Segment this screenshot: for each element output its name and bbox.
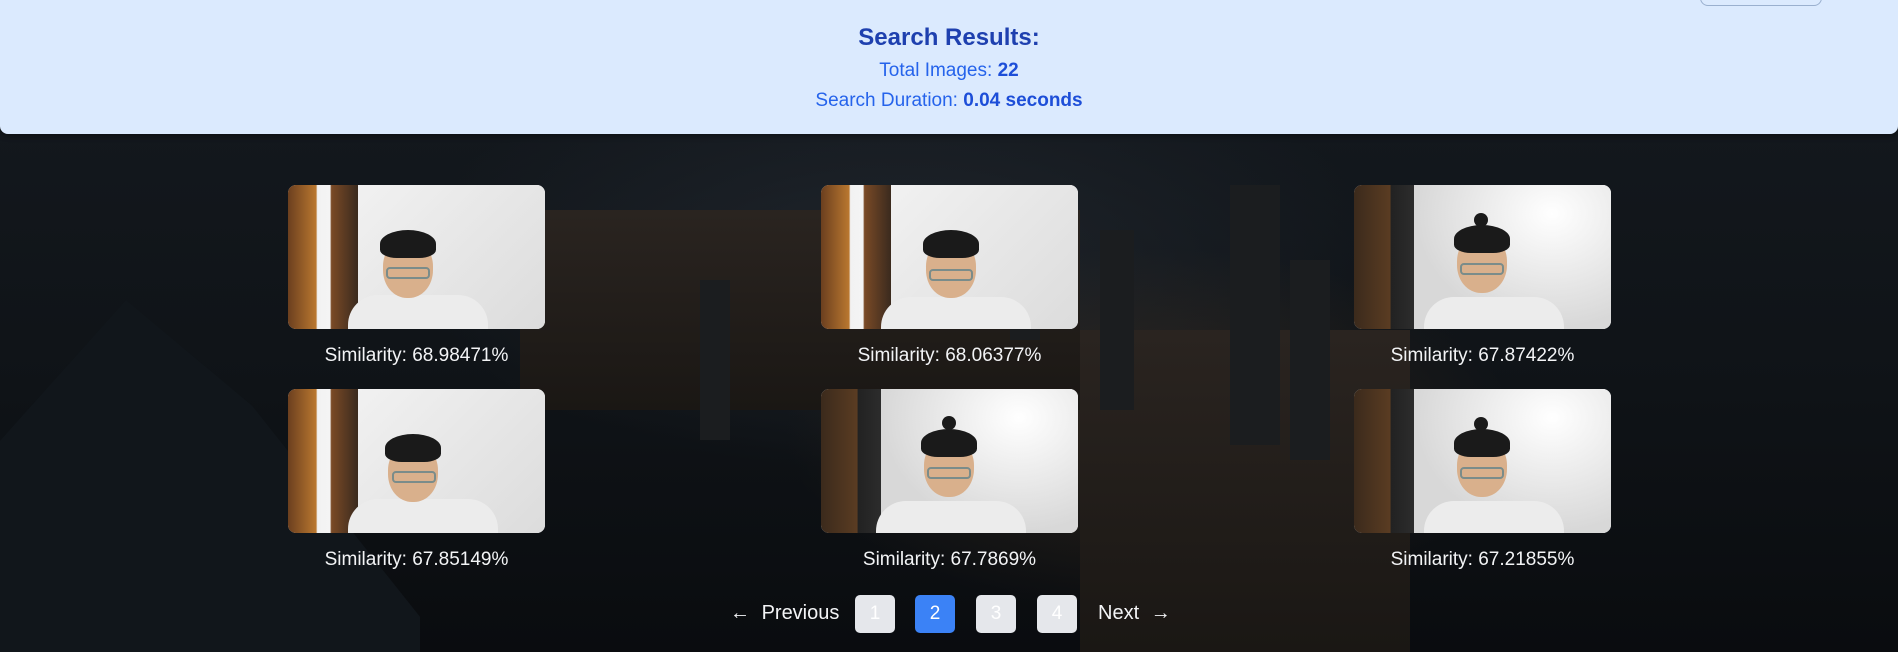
next-button[interactable]: Next → <box>1098 593 1171 633</box>
search-duration-line: Search Duration: 0.04 seconds <box>0 90 1898 112</box>
total-images-label: Total Images: <box>879 60 998 81</box>
shirt <box>348 295 488 329</box>
glasses <box>392 471 436 483</box>
glasses <box>927 467 971 479</box>
window-frame <box>821 185 891 329</box>
hair <box>1454 429 1510 457</box>
hair-bun <box>1474 213 1488 227</box>
hair <box>921 429 977 457</box>
search-duration-value: 0.04 seconds <box>963 90 1083 111</box>
similarity-score: Similarity: 67.87422% <box>1390 345 1575 366</box>
window-frame <box>288 185 358 329</box>
castle-tower <box>700 280 730 440</box>
glasses <box>1460 263 1504 275</box>
search-results-header: Search Results: Total Images: 22 Search … <box>0 0 1898 134</box>
page-button-3[interactable]: 3 <box>976 595 1016 633</box>
total-images-line: Total Images: 22 <box>0 60 1898 82</box>
castle-tower <box>1230 185 1280 445</box>
results-title: Search Results: <box>858 24 1040 51</box>
result-card[interactable]: Similarity: 67.85149% <box>288 389 545 571</box>
coat-rack <box>1354 185 1414 329</box>
coat-rack <box>821 389 881 533</box>
shirt <box>881 297 1031 329</box>
result-card[interactable]: Similarity: 68.06377% <box>821 185 1078 367</box>
result-card[interactable]: Similarity: 67.21855% <box>1354 389 1611 571</box>
similarity-score: Similarity: 67.7869% <box>862 549 1037 570</box>
shirt <box>1424 297 1564 329</box>
result-card[interactable]: Similarity: 68.98471% <box>288 185 545 367</box>
glasses <box>929 269 973 281</box>
result-thumbnail[interactable] <box>288 185 545 329</box>
previous-button[interactable]: ← Previous <box>730 593 839 633</box>
result-card[interactable]: Similarity: 67.87422% <box>1354 185 1611 367</box>
hair <box>380 230 436 258</box>
page-button-1[interactable]: 1 <box>855 595 895 633</box>
similarity-score: Similarity: 68.98471% <box>324 345 509 366</box>
result-thumbnail[interactable] <box>1354 389 1611 533</box>
glasses <box>1460 467 1504 479</box>
arrow-left-icon: ← <box>730 602 750 624</box>
arrow-right-icon: → <box>1150 602 1171 624</box>
top-right-button[interactable] <box>1700 0 1822 6</box>
page-button-2[interactable]: 2 <box>915 595 955 633</box>
page-button-4[interactable]: 4 <box>1037 595 1077 633</box>
result-card[interactable]: Similarity: 67.7869% <box>821 389 1078 571</box>
glasses <box>386 267 430 279</box>
pagination: ← Previous 1 2 3 4 Next → <box>0 593 1898 633</box>
window-frame <box>288 389 358 533</box>
hair <box>1454 225 1510 253</box>
hair-bun <box>1474 417 1488 431</box>
total-images-value: 22 <box>997 60 1019 81</box>
hair <box>923 230 979 258</box>
next-label: Next <box>1098 602 1140 624</box>
result-thumbnail[interactable] <box>288 389 545 533</box>
shirt <box>348 499 498 533</box>
similarity-score: Similarity: 67.21855% <box>1390 549 1575 570</box>
shirt <box>876 501 1026 533</box>
similarity-score: Similarity: 68.06377% <box>857 345 1042 366</box>
shirt <box>1424 501 1564 533</box>
similarity-score: Similarity: 67.85149% <box>324 549 509 570</box>
hair-bun <box>942 416 956 430</box>
hair <box>385 434 441 462</box>
result-thumbnail[interactable] <box>821 389 1078 533</box>
previous-label: Previous <box>761 602 840 624</box>
result-thumbnail[interactable] <box>1354 185 1611 329</box>
search-duration-label: Search Duration: <box>815 90 964 111</box>
castle-tower <box>1290 260 1330 460</box>
castle-tower <box>1100 230 1134 410</box>
coat-rack <box>1354 389 1414 533</box>
result-thumbnail[interactable] <box>821 185 1078 329</box>
